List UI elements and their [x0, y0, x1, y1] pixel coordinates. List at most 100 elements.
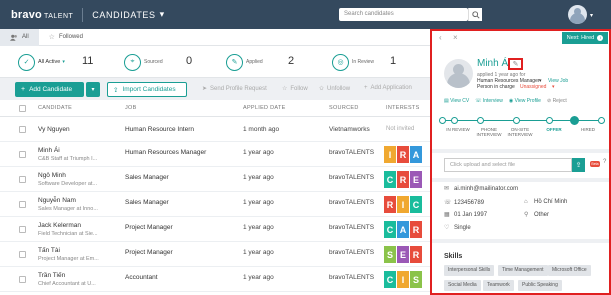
interview-button[interactable]: ☏ Interview [475, 98, 503, 104]
candidate-name[interactable]: Trần Tiến [38, 272, 65, 279]
search-input[interactable]: Search candidates [339, 8, 468, 21]
next-stage-button[interactable]: Next: Hired i [562, 32, 608, 44]
stage-hired[interactable] [598, 117, 605, 124]
divider [82, 7, 84, 22]
review-icon: ◎ [332, 53, 349, 71]
row-checkbox[interactable] [19, 201, 26, 208]
chevron-down-icon[interactable]: ▾ [552, 84, 555, 90]
interest-chip: S [410, 271, 422, 288]
info-icon[interactable]: ? [603, 159, 606, 165]
send-profile-request-button[interactable]: ➤ Send Profile Request [202, 85, 267, 93]
plus-icon: + [364, 85, 368, 91]
view-profile-button[interactable]: ◉ View Profile [509, 98, 541, 104]
tab-all[interactable]: All [0, 28, 39, 46]
interest-chip: E [410, 171, 422, 188]
candidates-table: CANDIDATE JOB APPLIED DATE SOURCED INTER… [0, 100, 430, 295]
skill-tag: Public Speaking [518, 280, 562, 291]
section-dropdown[interactable]: CANDIDATES ▾ [92, 9, 164, 20]
search-button[interactable] [468, 8, 482, 21]
pencil-icon: ✎ [512, 61, 519, 68]
table-row[interactable]: Minh Ái C&B Staff at Triumph I... Human Re… [0, 142, 430, 167]
edit-name-button[interactable]: ✎ [508, 58, 523, 70]
candidate-name[interactable]: Tấn Tài [38, 247, 60, 254]
cv-upload-field[interactable]: Click upload and select file [444, 158, 572, 172]
candidate-job: Human Resources Manager [125, 149, 207, 156]
unfollow-button[interactable]: ✩ Unfollow [319, 85, 350, 93]
source: bravoTALENTS [329, 174, 375, 181]
tab-followed[interactable]: ☆ Followed [39, 29, 93, 46]
candidate-name[interactable]: Jack Kelerman [38, 222, 81, 229]
applied-date: 1 year ago [243, 224, 274, 231]
candidate-name[interactable]: Minh Ái [38, 147, 60, 154]
view-cv-button[interactable]: ▤ View CV [444, 98, 469, 104]
chevron-left-icon[interactable]: ‹ [439, 33, 442, 42]
source: bravoTALENTS [329, 249, 375, 256]
table-row[interactable]: Vy Nguyen Human Resource Intern 1 month ag… [0, 117, 430, 142]
calendar-icon: ▦ [444, 212, 450, 218]
add-application-button[interactable]: + Add Application [364, 85, 412, 91]
column-interests[interactable]: INTERESTS [386, 105, 420, 111]
user-menu-caret-icon[interactable]: ▾ [590, 12, 593, 19]
column-job[interactable]: JOB [125, 105, 137, 111]
source: Vietnamworks [329, 126, 370, 133]
stage-in-review[interactable] [477, 117, 484, 124]
stage-onsite-interview[interactable] [546, 117, 553, 124]
interest-chip: C [384, 271, 396, 288]
interest-chips: CIS [384, 271, 422, 288]
candidate-headline: Sales Manager at Inno... [38, 206, 98, 212]
row-checkbox[interactable] [19, 251, 26, 258]
interest-chip: E [397, 246, 409, 263]
row-checkbox[interactable] [19, 151, 26, 158]
app-logo[interactable]: bravo TALENT [11, 9, 73, 21]
table-row[interactable]: Tấn Tài Project Manager at Em... Project M… [0, 242, 430, 267]
table-row[interactable]: Nguyễn Nam Sales Manager at Inno... Sales … [0, 192, 430, 217]
person-in-charge-select[interactable]: Unassigned [520, 84, 546, 90]
interest-chips: RIC [384, 196, 422, 213]
close-icon[interactable]: × [453, 33, 458, 42]
add-candidate-button[interactable]: + Add Candidate [15, 82, 84, 97]
gender-row: ⚲ Other [524, 211, 550, 219]
column-candidate[interactable]: CANDIDATE [38, 105, 72, 111]
stat-applied[interactable]: ✎ Applied 2 [226, 52, 294, 72]
table-row[interactable]: Ngô Minh Software Developer at... Sales Ma… [0, 167, 430, 192]
reject-button[interactable]: ⊘ Reject [547, 98, 567, 104]
interest-chip: C [384, 221, 396, 238]
follow-button[interactable]: ☆ Follow [282, 85, 308, 93]
stat-sourced[interactable]: ⌖ Sourced 0 [124, 52, 192, 72]
candidate-job: Accountant [125, 274, 158, 281]
upload-button[interactable]: ⇪ [572, 158, 585, 172]
select-all-checkbox[interactable] [19, 105, 26, 112]
row-checkbox[interactable] [19, 126, 26, 133]
interest-chip: A [397, 221, 409, 238]
star-icon: ☆ [282, 86, 288, 92]
add-candidate-dropdown-button[interactable]: ▾ [86, 82, 100, 97]
chevron-down-icon: ▾ [159, 9, 165, 19]
candidate-name[interactable]: Vy Nguyen [38, 126, 70, 133]
column-applied-date[interactable]: APPLIED DATE [243, 105, 286, 111]
stage-offer[interactable] [570, 116, 579, 125]
user-avatar[interactable] [568, 5, 587, 24]
interest-chip: R [410, 221, 422, 238]
candidate-name[interactable]: Nguyễn Nam [38, 197, 76, 204]
user-plus-icon: + [21, 86, 26, 93]
import-candidates-button[interactable]: ⇪ Import Candidates [107, 82, 187, 97]
column-sourced[interactable]: SOURCED [329, 105, 359, 111]
email-row: ✉ ai.minh@mailinator.com [444, 185, 519, 193]
applied-date: 1 year ago [243, 149, 274, 156]
stage-dot [439, 117, 446, 124]
interest-chip: R [397, 171, 409, 188]
stat-all-active[interactable]: ✓ All Active ▾ 11 [18, 52, 93, 72]
skill-tag: Social Media [444, 280, 481, 291]
users-icon [10, 34, 17, 41]
table-row[interactable]: Jack Kelerman Field Technician at Sie... P… [0, 217, 430, 242]
row-checkbox[interactable] [19, 176, 26, 183]
table-row[interactable]: Trần Tiến Chief Accountant at U... Account… [0, 267, 430, 292]
stage-phone-interview[interactable] [513, 117, 520, 124]
check-circle-icon: ✓ [18, 53, 35, 71]
applied-date: 1 year ago [243, 199, 274, 206]
stat-in-review[interactable]: ◎ In Review 1 [332, 52, 396, 72]
row-checkbox[interactable] [19, 276, 26, 283]
unstar-icon: ✩ [319, 86, 325, 92]
row-checkbox[interactable] [19, 226, 26, 233]
candidate-name[interactable]: Ngô Minh [38, 172, 66, 179]
